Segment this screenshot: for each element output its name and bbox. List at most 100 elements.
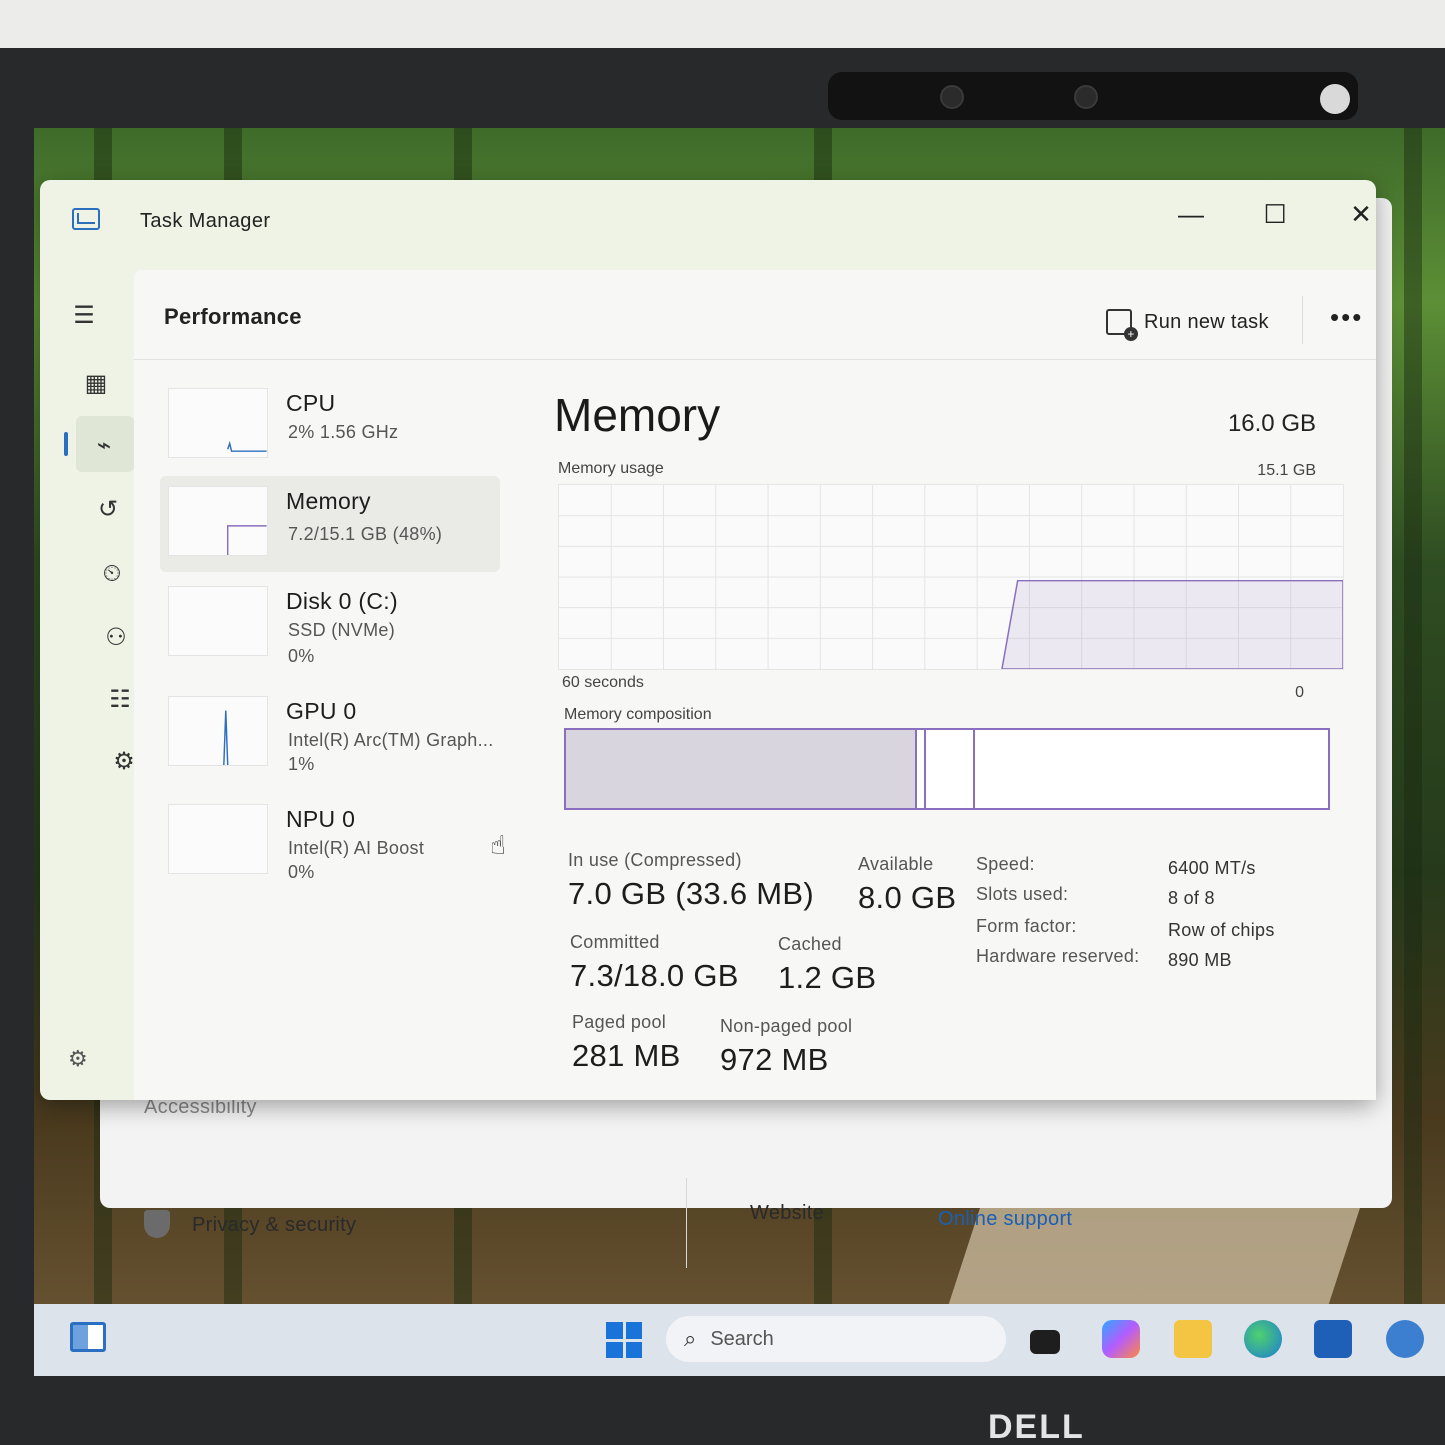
in-use-label: In use (Compressed): [568, 850, 742, 870]
webcam-bar: [828, 72, 1358, 120]
settings-item-privacy[interactable]: Privacy & security: [192, 1214, 356, 1237]
settings-gear-icon[interactable]: ⚙: [68, 1046, 94, 1072]
disk-sparkline: [168, 586, 268, 656]
maximize-button[interactable]: ☐: [1248, 194, 1302, 234]
graph-time-label: 60 seconds: [562, 674, 644, 691]
memory-usage-graph: [558, 484, 1344, 670]
run-new-task-label: Run new task: [1144, 310, 1269, 333]
camera-led-icon: [1320, 84, 1350, 114]
dell-logo: DELL: [988, 1408, 1085, 1445]
perf-item-name: Memory: [286, 488, 371, 514]
memory-title: Memory: [554, 389, 721, 441]
perf-item-name: CPU: [286, 390, 336, 416]
file-explorer-icon[interactable]: [1174, 1320, 1212, 1358]
paged-pool-value: 281 MB: [572, 1038, 681, 1073]
hardware-reserved-value: 890 MB: [1168, 950, 1232, 970]
slots-used-label: Slots used:: [976, 884, 1069, 904]
speed-label: Speed:: [976, 854, 1035, 874]
window-title: Task Manager: [140, 210, 271, 232]
online-support-link[interactable]: Online support: [938, 1208, 1072, 1231]
webcam-lens-icon: [940, 85, 964, 109]
perf-item-detail: 7.2/15.1 GB (48%): [288, 524, 443, 544]
store-icon[interactable]: [1314, 1320, 1352, 1358]
content-header: Performance Run new task •••: [134, 270, 1376, 360]
processes-icon[interactable]: ▦: [80, 368, 112, 400]
close-button[interactable]: ✕: [1334, 194, 1388, 234]
cached-label: Cached: [778, 934, 842, 954]
composition-in-use: [566, 730, 917, 808]
taskbar-search-box[interactable]: ⌕ Search: [666, 1316, 1006, 1362]
non-paged-pool-label: Non-paged pool: [720, 1016, 853, 1036]
performance-list: CPU 2% 1.56 GHz Memory 7.2/15.1 GB (48%)…: [160, 378, 510, 898]
perf-item-disk[interactable]: Disk 0 (C:) SSD (NVMe) 0%: [160, 576, 500, 672]
task-manager-window: Task Manager — ☐ ✕ ☰ ▦ ⌁ ↺ ⏲ ⚇ ☷ ⚙ ⚙ Per…: [40, 180, 1376, 1100]
perf-item-name: Disk 0 (C:): [286, 588, 398, 614]
taskbar: ⌕ Search: [34, 1304, 1445, 1376]
committed-value: 7.3/18.0 GB: [570, 958, 739, 993]
perf-item-detail: SSD (NVMe): [288, 620, 396, 640]
settings-app-icon[interactable]: [1386, 1320, 1424, 1358]
website-link[interactable]: Website: [750, 1202, 824, 1225]
details-icon[interactable]: ☷: [104, 684, 136, 716]
users-icon[interactable]: ⚇: [100, 622, 132, 654]
perf-item-detail: 2% 1.56 GHz: [288, 422, 399, 442]
divider: [1302, 296, 1303, 344]
run-new-task-button[interactable]: Run new task: [1106, 306, 1269, 341]
wallpaper-detail: [1404, 128, 1422, 1373]
memory-usage-label: Memory usage: [558, 460, 664, 477]
run-task-icon: [1106, 309, 1138, 341]
in-use-value: 7.0 GB (33.6 MB): [568, 876, 815, 911]
available-label: Available: [858, 854, 934, 874]
hand-cursor-icon: ☝: [490, 830, 506, 860]
nav-rail: ☰ ▦ ⌁ ↺ ⏲ ⚇ ☷ ⚙: [40, 270, 136, 1100]
start-logo-tile: [606, 1322, 623, 1339]
perf-item-name: NPU 0: [286, 806, 356, 832]
perf-item-detail: Intel(R) Arc(TM) Graph...: [288, 730, 494, 750]
edge-icon[interactable]: [1244, 1320, 1282, 1358]
more-options-button[interactable]: •••: [1330, 302, 1363, 333]
shield-icon: [144, 1210, 170, 1238]
perf-item-npu[interactable]: NPU 0 Intel(R) AI Boost 0%: [160, 794, 500, 890]
search-icon: ⌕: [684, 1326, 697, 1351]
perf-item-gpu[interactable]: GPU 0 Intel(R) Arc(TM) Graph... 1%: [160, 686, 500, 782]
cpu-sparkline: [168, 388, 268, 458]
nav-active-indicator: [64, 432, 68, 456]
minimize-button[interactable]: —: [1164, 194, 1218, 234]
perf-item-memory[interactable]: Memory 7.2/15.1 GB (48%): [160, 476, 500, 572]
startup-apps-icon[interactable]: ⏲: [96, 558, 128, 590]
copilot-icon[interactable]: [1102, 1320, 1140, 1358]
memory-sparkline: [168, 486, 268, 556]
perf-item-detail: Intel(R) AI Boost: [288, 838, 425, 858]
search-placeholder: Search: [710, 1327, 774, 1350]
screen: ✕ Accessibility Privacy & security Websi…: [34, 128, 1445, 1373]
composition-standby: [926, 730, 976, 808]
hamburger-menu-icon[interactable]: ☰: [68, 300, 100, 332]
committed-label: Committed: [570, 932, 660, 952]
start-logo-tile: [625, 1322, 642, 1339]
memory-usage-area: [1001, 579, 1343, 669]
form-factor-value: Row of chips: [1168, 920, 1275, 940]
memory-total: 16.0 GB: [1227, 410, 1316, 437]
perf-item-name: GPU 0: [286, 698, 357, 724]
perf-item-usage: 0%: [288, 862, 315, 882]
start-logo-tile: [625, 1341, 642, 1358]
memory-composition-label: Memory composition: [564, 706, 712, 723]
task-view-icon[interactable]: [1030, 1330, 1060, 1354]
widgets-icon[interactable]: [70, 1322, 106, 1352]
available-value: 8.0 GB: [858, 880, 957, 915]
memory-usage-max: 15.1 GB: [1257, 462, 1316, 479]
speed-value: 6400 MT/s: [1168, 858, 1256, 878]
laptop-bezel-top: [0, 0, 1445, 48]
graph-zero-label: 0: [1295, 684, 1304, 701]
slots-used-value: 8 of 8: [1168, 888, 1215, 908]
ir-sensor-icon: [1074, 85, 1098, 109]
page-title: Performance: [164, 304, 302, 329]
form-factor-label: Form factor:: [976, 916, 1077, 936]
start-button[interactable]: [606, 1322, 642, 1358]
performance-icon[interactable]: ⌁: [88, 430, 120, 462]
non-paged-pool-value: 972 MB: [720, 1042, 829, 1077]
perf-item-cpu[interactable]: CPU 2% 1.56 GHz: [160, 378, 500, 474]
app-history-icon[interactable]: ↺: [92, 494, 124, 526]
performance-content: Performance Run new task ••• CPU 2% 1.56…: [134, 270, 1376, 1100]
cached-value: 1.2 GB: [778, 960, 877, 995]
